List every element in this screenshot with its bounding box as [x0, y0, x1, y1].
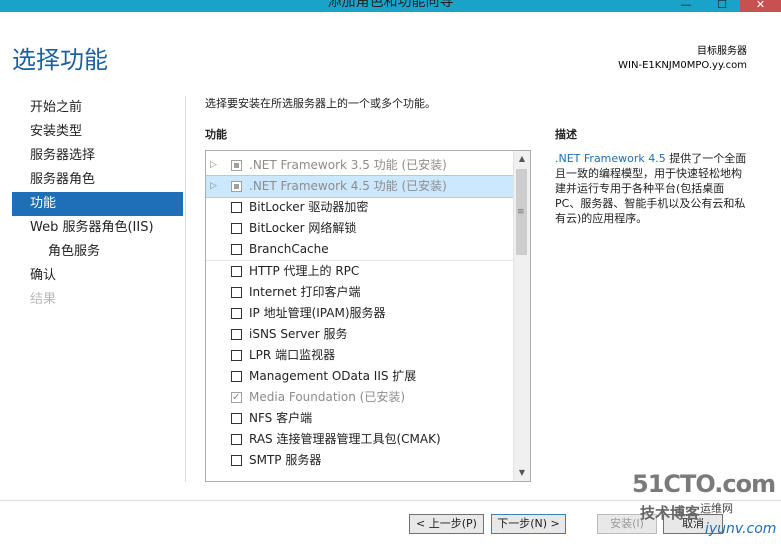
features-list[interactable]: ▷ .NET Framework 3.5 功能 (已安装) ▷ .NET Fra…: [205, 150, 531, 482]
feature-label: NFS 客户端: [249, 411, 313, 425]
feature-row[interactable]: Internet 打印客户端: [206, 282, 514, 303]
description-highlight: .NET Framework 4.5: [555, 152, 666, 165]
feature-checkbox[interactable]: [231, 350, 242, 361]
feature-label: IP 地址管理(IPAM)服务器: [249, 306, 386, 320]
feature-label: BranchCache: [249, 242, 329, 256]
feature-label: BitLocker 网络解锁: [249, 221, 357, 235]
nav-item-confirmation[interactable]: 确认: [12, 264, 183, 288]
feature-checkbox[interactable]: [231, 371, 242, 382]
feature-label: .NET Framework 3.5 功能 (已安装): [249, 158, 447, 172]
feature-label: LPR 端口监视器: [249, 348, 336, 362]
watermark-logo: 51CTO.com: [632, 470, 776, 498]
target-server-name: WIN-E1KNJM0MPO.yy.com: [618, 60, 747, 71]
scroll-up-icon[interactable]: ▲: [514, 151, 530, 167]
close-button[interactable]: ✕: [740, 0, 781, 12]
feature-checkbox[interactable]: [231, 455, 242, 466]
description-header: 描述: [555, 128, 577, 141]
feature-checkbox: [231, 160, 242, 171]
feature-row[interactable]: BranchCache: [206, 239, 514, 261]
nav-item-before-you-begin[interactable]: 开始之前: [12, 96, 183, 120]
scroll-thumb[interactable]: [516, 169, 527, 255]
nav-item-results: 结果: [30, 292, 57, 307]
feature-checkbox[interactable]: [231, 266, 242, 277]
feature-label: Internet 打印客户端: [249, 285, 361, 299]
feature-row[interactable]: BitLocker 网络解锁: [206, 218, 514, 239]
feature-checkbox[interactable]: [231, 287, 242, 298]
nav-divider: [185, 96, 186, 482]
feature-label: iSNS Server 服务: [249, 327, 348, 341]
feature-row[interactable]: NFS 客户端: [206, 408, 514, 429]
feature-checkbox[interactable]: [231, 244, 242, 255]
nav-item-role-services[interactable]: 角色服务: [12, 240, 183, 264]
feature-row[interactable]: ▷ .NET Framework 4.5 功能 (已安装): [206, 175, 515, 198]
expand-arrow-icon[interactable]: ▷: [210, 176, 220, 197]
feature-checkbox[interactable]: [231, 329, 242, 340]
minimize-button[interactable]: —: [668, 0, 704, 12]
feature-checkbox[interactable]: [231, 413, 242, 424]
maximize-button[interactable]: ☐: [704, 0, 740, 12]
wizard-nav: 开始之前 安装类型 服务器选择 服务器角色 功能 Web 服务器角色(IIS) …: [12, 96, 183, 312]
window-titlebar: 添加角色和功能向导 — ☐ ✕: [0, 0, 781, 12]
nav-item-web-server-role[interactable]: Web 服务器角色(IIS): [12, 216, 183, 240]
feature-row[interactable]: BitLocker 驱动器加密: [206, 197, 514, 218]
feature-label: SMTP 服务器: [249, 453, 322, 467]
feature-row[interactable]: RAS 连接管理器管理工具包(CMAK): [206, 429, 514, 450]
watermark: 51CTO.com 技术博客 运维网 iyunv.com: [610, 470, 781, 544]
watermark-url: iyunv.com: [705, 521, 777, 537]
window-title: 添加角色和功能向导: [327, 0, 454, 10]
watermark-blog-text: 技术博客: [640, 504, 701, 522]
instruction-text: 选择要安装在所选服务器上的一个或多个功能。: [205, 97, 436, 110]
feature-checkbox[interactable]: [231, 202, 242, 213]
nav-item-server-selection[interactable]: 服务器选择: [12, 144, 183, 168]
feature-checkbox: [231, 387, 242, 408]
feature-row[interactable]: Management OData IIS 扩展: [206, 366, 514, 387]
feature-checkbox: [231, 181, 242, 192]
feature-label: RAS 连接管理器管理工具包(CMAK): [249, 432, 441, 446]
feature-description: .NET Framework 4.5 提供了一个全面且一致的编程模型，用于快速轻…: [555, 151, 750, 226]
expand-arrow-icon[interactable]: ▷: [210, 155, 220, 176]
feature-row[interactable]: LPR 端口监视器: [206, 345, 514, 366]
feature-checkbox[interactable]: [231, 434, 242, 445]
features-scrollbar[interactable]: ▲ ▼: [513, 151, 530, 481]
target-server-label: 目标服务器: [697, 46, 747, 57]
feature-label: HTTP 代理上的 RPC: [249, 264, 360, 278]
feature-row[interactable]: SMTP 服务器: [206, 450, 514, 471]
feature-row[interactable]: HTTP 代理上的 RPC: [206, 261, 514, 282]
feature-row[interactable]: Media Foundation (已安装): [206, 387, 514, 408]
previous-button[interactable]: < 上一步(P): [409, 514, 484, 534]
target-server-block: 目标服务器 WIN-E1KNJM0MPO.yy.com: [618, 42, 747, 71]
nav-item-server-roles[interactable]: 服务器角色: [12, 168, 183, 192]
nav-item-installation-type[interactable]: 安装类型: [12, 120, 183, 144]
feature-label: Management OData IIS 扩展: [249, 369, 417, 383]
feature-row[interactable]: IP 地址管理(IPAM)服务器: [206, 303, 514, 324]
feature-row[interactable]: ▷ .NET Framework 3.5 功能 (已安装): [206, 155, 514, 176]
feature-label: .NET Framework 4.5 功能 (已安装): [249, 179, 447, 193]
feature-label: Media Foundation (已安装): [249, 390, 406, 404]
nav-item-features[interactable]: 功能: [12, 192, 183, 216]
feature-checkbox[interactable]: [231, 223, 242, 234]
watermark-site-text: 运维网: [700, 502, 733, 515]
feature-checkbox[interactable]: [231, 308, 242, 319]
next-button[interactable]: 下一步(N) >: [491, 514, 566, 534]
page-title: 选择功能: [12, 46, 108, 74]
scroll-down-icon[interactable]: ▼: [514, 465, 530, 481]
features-header: 功能: [205, 128, 227, 141]
feature-label: BitLocker 驱动器加密: [249, 200, 369, 214]
feature-row[interactable]: iSNS Server 服务: [206, 324, 514, 345]
